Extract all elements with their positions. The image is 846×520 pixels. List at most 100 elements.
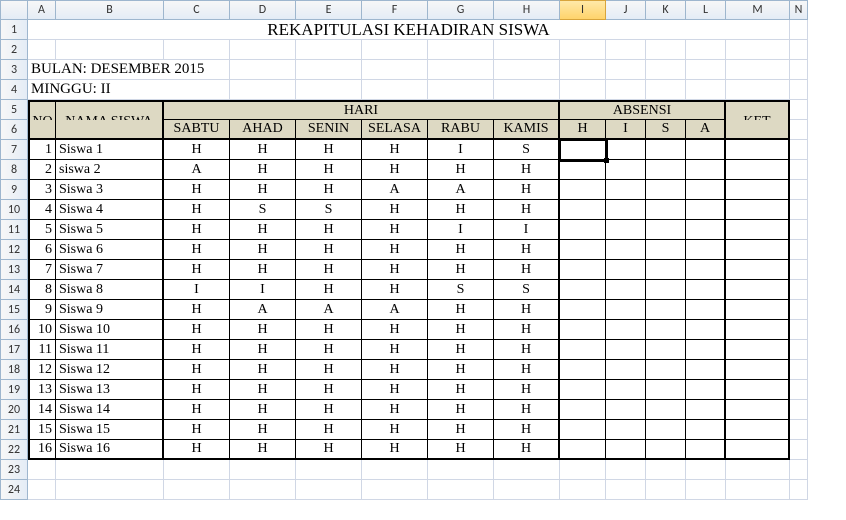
cell-day-10-1[interactable]: H (230, 320, 296, 340)
cell-no-2[interactable]: 2 (28, 160, 56, 180)
col-header-H[interactable]: H (494, 0, 560, 20)
row-header-18[interactable]: 18 (0, 360, 28, 380)
cell-L23[interactable] (686, 460, 726, 480)
cell-ket-16[interactable] (726, 440, 790, 460)
cell-day-10-3[interactable]: H (362, 320, 428, 340)
cell-abs-16-0[interactable] (560, 440, 606, 460)
cell-day-13-2[interactable]: H (296, 380, 362, 400)
cell-day-7-1[interactable]: H (230, 260, 296, 280)
cell-day-10-4[interactable]: H (428, 320, 494, 340)
select-all-corner[interactable] (0, 0, 28, 20)
cell-day-3-1[interactable]: H (230, 180, 296, 200)
cell-abs-14-2[interactable] (646, 400, 686, 420)
cell-day-2-3[interactable]: H (362, 160, 428, 180)
cell-nama-7[interactable]: Siswa 7 (56, 260, 164, 280)
row-header-13[interactable]: 13 (0, 260, 28, 280)
cell-day-14-2[interactable]: H (296, 400, 362, 420)
cell-day-3-3[interactable]: A (362, 180, 428, 200)
cell-day-2-1[interactable]: H (230, 160, 296, 180)
col-header-I[interactable]: I (560, 0, 606, 20)
cell-nama-11[interactable]: Siswa 11 (56, 340, 164, 360)
cell-day-1-3[interactable]: H (362, 140, 428, 160)
cell-no-9[interactable]: 9 (28, 300, 56, 320)
cell-N10[interactable] (790, 200, 808, 220)
cell-no-13[interactable]: 13 (28, 380, 56, 400)
cell-day-12-3[interactable]: H (362, 360, 428, 380)
cell-D4[interactable] (230, 80, 296, 100)
row-header-23[interactable]: 23 (0, 460, 28, 480)
cell-E2[interactable] (296, 40, 362, 60)
cell-N7[interactable] (790, 140, 808, 160)
cell-nama-10[interactable]: Siswa 10 (56, 320, 164, 340)
cell-abs-13-3[interactable] (686, 380, 726, 400)
cell-nama-14[interactable]: Siswa 14 (56, 400, 164, 420)
cell-day-16-0[interactable]: H (164, 440, 230, 460)
cell-no-3[interactable]: 3 (28, 180, 56, 200)
row-header-3[interactable]: 3 (0, 60, 28, 80)
row-header-12[interactable]: 12 (0, 240, 28, 260)
cell-abs-4-2[interactable] (646, 200, 686, 220)
cell-K2[interactable] (646, 40, 686, 60)
col-header-N[interactable]: N (790, 0, 808, 20)
cell-J4[interactable] (606, 80, 646, 100)
cell-abs-9-0[interactable] (560, 300, 606, 320)
cell-day-14-1[interactable]: H (230, 400, 296, 420)
cell-abs-3-0[interactable] (560, 180, 606, 200)
cell-N20[interactable] (790, 400, 808, 420)
cell-abs-15-0[interactable] (560, 420, 606, 440)
cell-D3[interactable] (230, 60, 296, 80)
cell-abs-2-2[interactable] (646, 160, 686, 180)
cell-day-13-0[interactable]: H (164, 380, 230, 400)
cell-ket-6[interactable] (726, 240, 790, 260)
cell-B6[interactable] (56, 120, 164, 140)
cell-abs-10-3[interactable] (686, 320, 726, 340)
cell-day-6-2[interactable]: H (296, 240, 362, 260)
cell-N17[interactable] (790, 340, 808, 360)
cell-nama-16[interactable]: Siswa 16 (56, 440, 164, 460)
cell-abs-13-0[interactable] (560, 380, 606, 400)
row-header-10[interactable]: 10 (0, 200, 28, 220)
cell-abs-5-0[interactable] (560, 220, 606, 240)
cell-day-6-1[interactable]: H (230, 240, 296, 260)
cell-day-12-5[interactable]: H (494, 360, 560, 380)
cell-day-8-2[interactable]: H (296, 280, 362, 300)
cell-F24[interactable] (362, 480, 428, 500)
cell-day-3-4[interactable]: A (428, 180, 494, 200)
cell-day-4-1[interactable]: S (230, 200, 296, 220)
cell-L4[interactable] (686, 80, 726, 100)
cell-J2[interactable] (606, 40, 646, 60)
cell-no-5[interactable]: 5 (28, 220, 56, 240)
cell-J24[interactable] (606, 480, 646, 500)
cell-B24[interactable] (56, 480, 164, 500)
cell-abs-2-0[interactable] (560, 160, 606, 180)
cell-day-1-0[interactable]: H (164, 140, 230, 160)
cell-abs-13-1[interactable] (606, 380, 646, 400)
cell-day-2-2[interactable]: H (296, 160, 362, 180)
row-header-7[interactable]: 7 (0, 140, 28, 160)
col-header-J[interactable]: J (606, 0, 646, 20)
cell-F3[interactable] (362, 60, 428, 80)
cell-day-14-4[interactable]: H (428, 400, 494, 420)
cell-no-4[interactable]: 4 (28, 200, 56, 220)
cell-day-14-0[interactable]: H (164, 400, 230, 420)
cell-N22[interactable] (790, 440, 808, 460)
cell-M6[interactable] (726, 120, 790, 140)
cell-abs-6-3[interactable] (686, 240, 726, 260)
cell-abs-11-2[interactable] (646, 340, 686, 360)
cell-abs-12-2[interactable] (646, 360, 686, 380)
cell-day-13-1[interactable]: H (230, 380, 296, 400)
cell-day-9-2[interactable]: A (296, 300, 362, 320)
cell-day-4-5[interactable]: H (494, 200, 560, 220)
cell-abs-15-2[interactable] (646, 420, 686, 440)
cell-abs-10-0[interactable] (560, 320, 606, 340)
cell-no-11[interactable]: 11 (28, 340, 56, 360)
cell-no-10[interactable]: 10 (28, 320, 56, 340)
cell-day-4-2[interactable]: S (296, 200, 362, 220)
cell-day-9-1[interactable]: A (230, 300, 296, 320)
cell-day-11-3[interactable]: H (362, 340, 428, 360)
row-header-16[interactable]: 16 (0, 320, 28, 340)
cell-day-5-5[interactable]: I (494, 220, 560, 240)
cell-A6[interactable] (28, 120, 56, 140)
row-header-11[interactable]: 11 (0, 220, 28, 240)
cell-day-8-5[interactable]: S (494, 280, 560, 300)
